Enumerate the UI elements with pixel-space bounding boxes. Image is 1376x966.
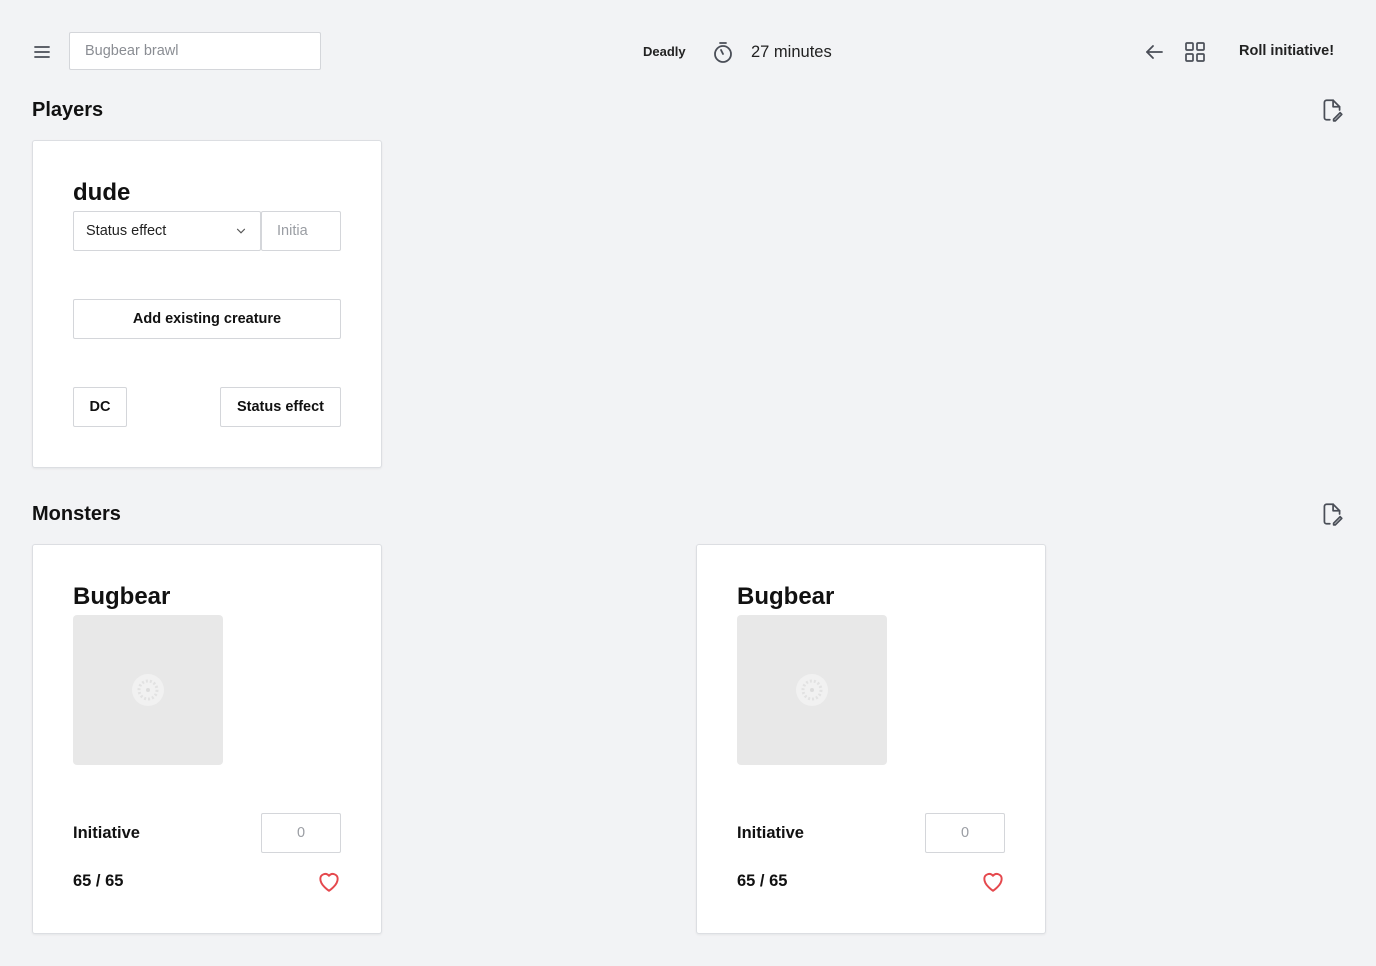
arrow-left-icon bbox=[1146, 45, 1163, 59]
hit-points: 65 / 65 bbox=[737, 872, 788, 890]
hit-points: 65 / 65 bbox=[73, 872, 124, 890]
grid-view-button[interactable] bbox=[1183, 40, 1207, 64]
monster-card: Bugbear Initiative 65 / 65 bbox=[32, 544, 382, 934]
encounter-name-input[interactable] bbox=[69, 32, 321, 70]
grid-icon bbox=[1185, 42, 1205, 62]
monster-name: Bugbear bbox=[737, 583, 835, 610]
monster-card: Bugbear Initiative 65 / 65 bbox=[696, 544, 1046, 934]
heal-button[interactable] bbox=[316, 869, 342, 893]
document-edit-icon bbox=[1323, 503, 1343, 526]
monster-portrait bbox=[737, 615, 887, 765]
add-existing-creature-button[interactable]: Add existing creature bbox=[73, 299, 341, 339]
menu-button[interactable] bbox=[30, 40, 54, 64]
chevron-down-icon bbox=[236, 228, 246, 234]
encounter-duration: 27 minutes bbox=[751, 43, 832, 61]
monster-portrait bbox=[73, 615, 223, 765]
player-card: dude Status effect Add existing creature… bbox=[32, 140, 382, 468]
document-edit-icon bbox=[1323, 99, 1343, 122]
heart-icon bbox=[319, 873, 339, 892]
monster-initiative-input[interactable] bbox=[925, 813, 1005, 853]
player-name: dude bbox=[73, 179, 131, 206]
hamburger-menu-icon bbox=[34, 46, 50, 58]
roll-initiative-button[interactable]: Roll initiative! bbox=[1224, 32, 1349, 70]
monster-initiative-input[interactable] bbox=[261, 813, 341, 853]
image-placeholder-icon bbox=[132, 674, 164, 706]
status-effect-button[interactable]: Status effect bbox=[220, 387, 341, 427]
monsters-heading: Monsters bbox=[32, 503, 121, 525]
heart-icon bbox=[983, 873, 1003, 892]
players-heading: Players bbox=[32, 99, 104, 121]
monsters-document-button[interactable] bbox=[1319, 501, 1345, 527]
dc-button[interactable]: DC bbox=[73, 387, 127, 427]
status-effect-select[interactable]: Status effect bbox=[73, 211, 261, 251]
image-placeholder-icon bbox=[796, 674, 828, 706]
difficulty-label: Deadly bbox=[643, 44, 686, 59]
back-button[interactable] bbox=[1142, 40, 1166, 64]
players-document-button[interactable] bbox=[1319, 97, 1345, 123]
initiative-label: Initiative bbox=[73, 824, 140, 842]
player-initiative-input[interactable] bbox=[261, 211, 341, 251]
monster-name: Bugbear bbox=[73, 583, 171, 610]
initiative-label: Initiative bbox=[737, 824, 804, 842]
stopwatch-icon bbox=[711, 40, 735, 64]
status-effect-select-value: Status effect bbox=[86, 223, 167, 239]
heal-button[interactable] bbox=[980, 869, 1006, 893]
